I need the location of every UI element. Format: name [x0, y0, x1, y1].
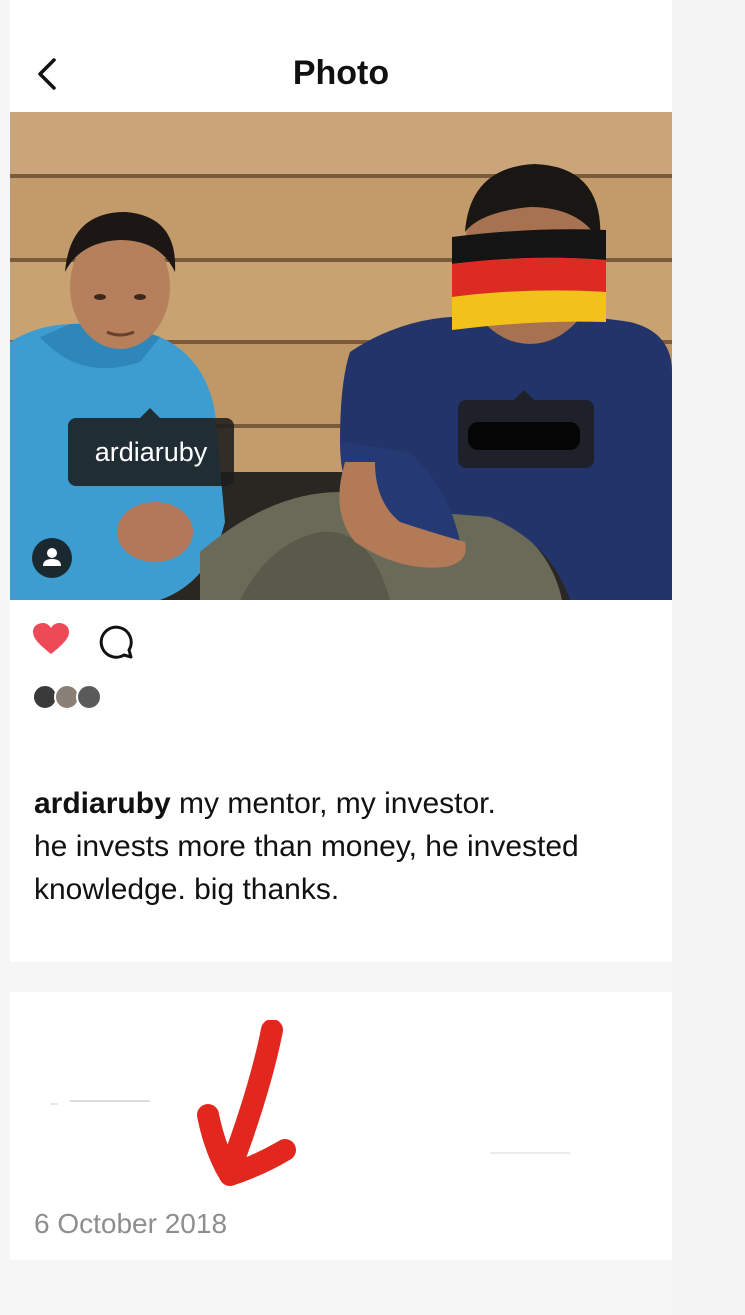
photo-tag-redacted[interactable] [458, 390, 594, 468]
tagged-people-button[interactable] [32, 538, 72, 578]
germany-flag-overlay [452, 229, 606, 330]
like-button[interactable] [32, 622, 70, 656]
post-actions [32, 622, 232, 662]
photo-tag-ardiaruby[interactable]: ardiaruby [68, 408, 234, 486]
post-photo[interactable]: ardiaruby [10, 112, 672, 600]
comment-button[interactable] [96, 622, 134, 660]
header: Photo [10, 40, 672, 110]
person-icon [43, 548, 61, 566]
liker-avatar [76, 684, 102, 710]
photo-tag-label: ardiaruby [94, 437, 208, 467]
post-page: Photo ardiaruby ardiaruby my mentor, my … [10, 0, 672, 1260]
red-arrow-annotation [197, 1020, 296, 1186]
faint-mark [490, 1152, 570, 1154]
post-date: 6 October 2018 [34, 1208, 228, 1239]
photo-image [10, 112, 672, 600]
right-margin [672, 0, 745, 1315]
redaction-scribble [468, 422, 580, 450]
caption-username[interactable]: ardiaruby [34, 787, 171, 820]
faint-mark [70, 1100, 150, 1102]
caption-text-line2: he invests more than money, he invested [34, 830, 579, 863]
post-caption: ardiaruby my mentor, my investor. he inv… [34, 782, 664, 911]
comment-bubble-icon [99, 625, 133, 659]
page-title: Photo [292, 54, 390, 92]
caption-text-line3: knowledge. big thanks. [34, 873, 340, 906]
caption-text-line1: my mentor, my investor. [170, 787, 496, 820]
likers-avatars[interactable] [32, 684, 112, 714]
heart-filled-icon [33, 623, 69, 654]
section-divider [10, 962, 672, 992]
faint-mark [50, 1103, 58, 1105]
